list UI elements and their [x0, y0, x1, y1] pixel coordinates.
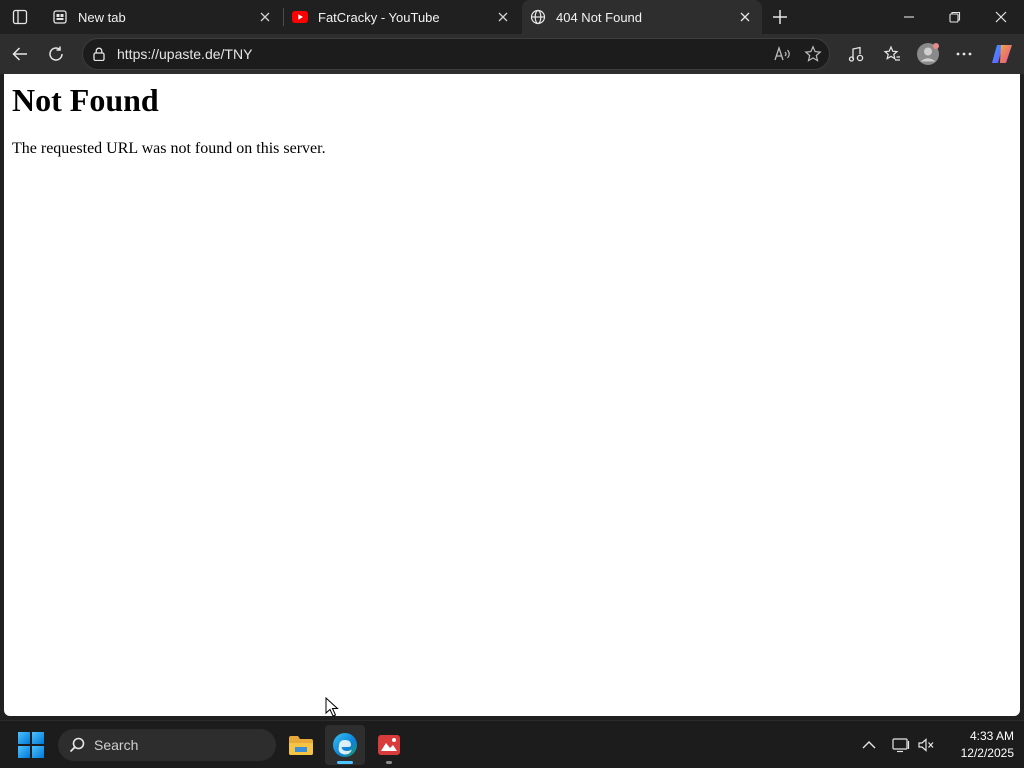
- globe-icon: [530, 9, 546, 25]
- favorites-button[interactable]: [878, 40, 906, 68]
- restore-button[interactable]: [932, 0, 978, 34]
- address-url[interactable]: https://upaste.de/TNY: [117, 46, 769, 62]
- running-app-indicator: [386, 761, 392, 764]
- favorites-list-icon: [883, 45, 900, 61]
- plus-icon: [773, 10, 787, 24]
- music-note-gear-icon: [848, 46, 864, 62]
- copilot-button[interactable]: [988, 40, 1016, 68]
- taskbar-search[interactable]: Search: [58, 729, 276, 761]
- tab-title: New tab: [78, 9, 126, 25]
- active-app-indicator: [337, 761, 353, 764]
- network-button[interactable]: [889, 733, 913, 757]
- close-window-button[interactable]: [978, 0, 1024, 34]
- back-button[interactable]: [6, 40, 34, 68]
- edge-app[interactable]: [325, 725, 365, 765]
- close-icon: [995, 11, 1007, 23]
- new-tab-button[interactable]: [768, 5, 792, 29]
- edge-browser-icon: [333, 733, 357, 757]
- youtube-icon: [292, 9, 308, 25]
- media-control-button[interactable]: [842, 40, 870, 68]
- tab-strip: New tab FatCracky - YouTube 404 Not Foun…: [0, 0, 1024, 34]
- favorite-star-icon[interactable]: [799, 40, 827, 68]
- tab-404-not-found[interactable]: 404 Not Found: [522, 0, 762, 34]
- page-viewport: Not Found The requested URL was not foun…: [4, 74, 1020, 716]
- tab-title: FatCracky - YouTube: [318, 9, 440, 25]
- error-message: The requested URL was not found on this …: [12, 140, 326, 157]
- read-aloud-icon[interactable]: [769, 40, 797, 68]
- close-tab-icon[interactable]: [256, 8, 274, 26]
- ellipsis-icon: [956, 52, 972, 56]
- minimize-button[interactable]: [886, 0, 932, 34]
- system-clock[interactable]: 4:33 AM 12/2/2025: [944, 728, 1014, 762]
- close-tab-icon[interactable]: [736, 8, 754, 26]
- close-tab-icon[interactable]: [494, 8, 512, 26]
- back-arrow-icon: [12, 47, 27, 61]
- windows-logo-icon: [18, 732, 30, 744]
- search-icon: [68, 736, 86, 754]
- start-button[interactable]: [18, 732, 44, 758]
- page-heading: Not Found: [12, 82, 159, 118]
- address-bar[interactable]: https://upaste.de/TNY: [82, 38, 830, 70]
- file-explorer-app[interactable]: [281, 725, 321, 765]
- tab-title: 404 Not Found: [556, 9, 643, 25]
- more-options-button[interactable]: [950, 40, 978, 68]
- tab-new-tab[interactable]: New tab: [44, 0, 282, 34]
- clock-date: 12/2/2025: [960, 746, 1014, 760]
- image-app-icon: [378, 735, 400, 755]
- chevron-up-icon: [862, 741, 876, 749]
- tab-youtube[interactable]: FatCracky - YouTube: [284, 0, 520, 34]
- volume-button[interactable]: [914, 733, 938, 757]
- restore-icon: [949, 11, 961, 23]
- folder-icon: [289, 736, 313, 755]
- avatar-icon: [917, 43, 939, 65]
- refresh-button[interactable]: [42, 40, 70, 68]
- show-hidden-icons-button[interactable]: [857, 733, 881, 757]
- profile-button[interactable]: [914, 40, 942, 68]
- refresh-icon: [49, 46, 63, 61]
- taskbar: Search 4:33 AM 12/2/2025: [0, 720, 1024, 768]
- lock-icon[interactable]: [91, 46, 107, 62]
- search-label: Search: [94, 737, 139, 753]
- clock-time: 4:33 AM: [969, 729, 1014, 743]
- network-monitor-icon: [892, 738, 910, 753]
- new-tab-page-icon: [52, 9, 68, 25]
- minimize-icon: [904, 16, 914, 18]
- volume-muted-icon: [918, 738, 934, 752]
- tab-actions-icon[interactable]: [8, 5, 32, 29]
- red-app[interactable]: [369, 725, 409, 765]
- copilot-icon: [992, 45, 1012, 63]
- browser-toolbar: https://upaste.de/TNY: [0, 34, 1024, 74]
- mouse-cursor-icon: [325, 697, 339, 717]
